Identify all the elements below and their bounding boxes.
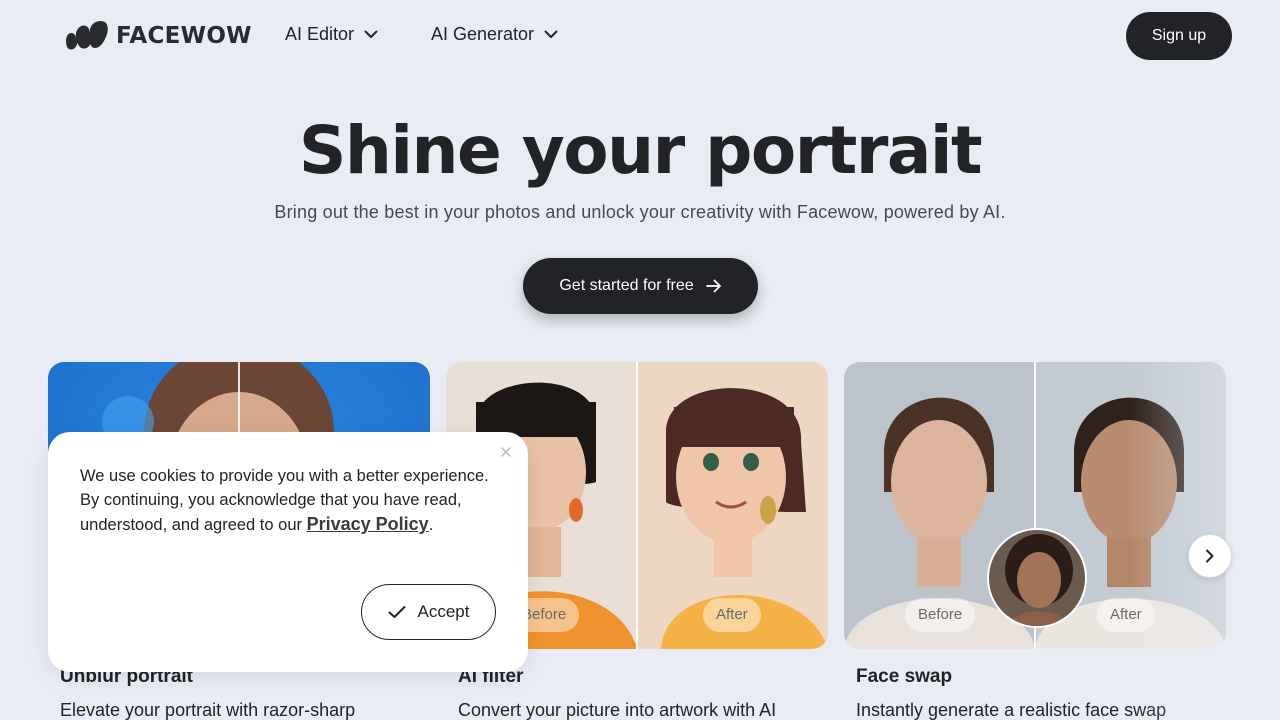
check-icon [388,606,405,618]
privacy-policy-link[interactable]: Privacy Policy [307,514,429,534]
face-swap-preview-image: Before After [844,362,1226,649]
nav-ai-generator[interactable]: AI Generator [431,24,558,45]
card-title: Face swap [856,666,953,687]
arrow-right-icon [705,279,721,293]
get-started-label: Get started for free [559,277,694,294]
cookie-period: . [428,516,434,534]
card-description: Elevate your portrait with razor-sharp [60,700,356,720]
card-description: Instantly generate a realistic face swap [856,700,1167,720]
close-icon[interactable] [498,444,514,460]
logo-text: FACEWOW [116,23,252,49]
chevron-down-icon [544,30,558,38]
carousel-next-button[interactable] [1188,534,1232,578]
get-started-button[interactable]: Get started for free [523,258,758,314]
before-label: Before [905,598,976,632]
cookie-banner: We use cookies to provide you with a bet… [48,432,528,672]
facewow-logo-icon [66,21,108,50]
after-label: After [1097,598,1155,632]
nav-ai-editor[interactable]: AI Editor [285,24,378,45]
feature-card-face-swap[interactable]: Before After Face swap Instantly generat… [844,362,1226,720]
cookie-message: We use cookies to provide you with a bet… [80,464,500,537]
logo[interactable]: FACEWOW [64,19,252,53]
hero-title: Shine your portrait [298,112,983,189]
nav-ai-editor-label: AI Editor [285,24,355,44]
accept-label: Accept [417,602,470,621]
nav-ai-generator-label: AI Generator [431,24,535,44]
card-description: Convert your picture into artwork with A… [458,700,777,720]
signup-button[interactable]: Sign up [1126,12,1232,60]
avatar-illustration [989,530,1085,626]
after-label: After [703,598,761,632]
chevron-right-icon [1206,549,1214,563]
chevron-down-icon [364,30,378,38]
accept-cookies-button[interactable]: Accept [361,584,496,640]
hero-subtitle: Bring out the best in your photos and un… [274,202,1006,222]
source-face-avatar [987,528,1087,628]
site-header: FACEWOW AI Editor AI Generator Sign up [0,0,1280,72]
